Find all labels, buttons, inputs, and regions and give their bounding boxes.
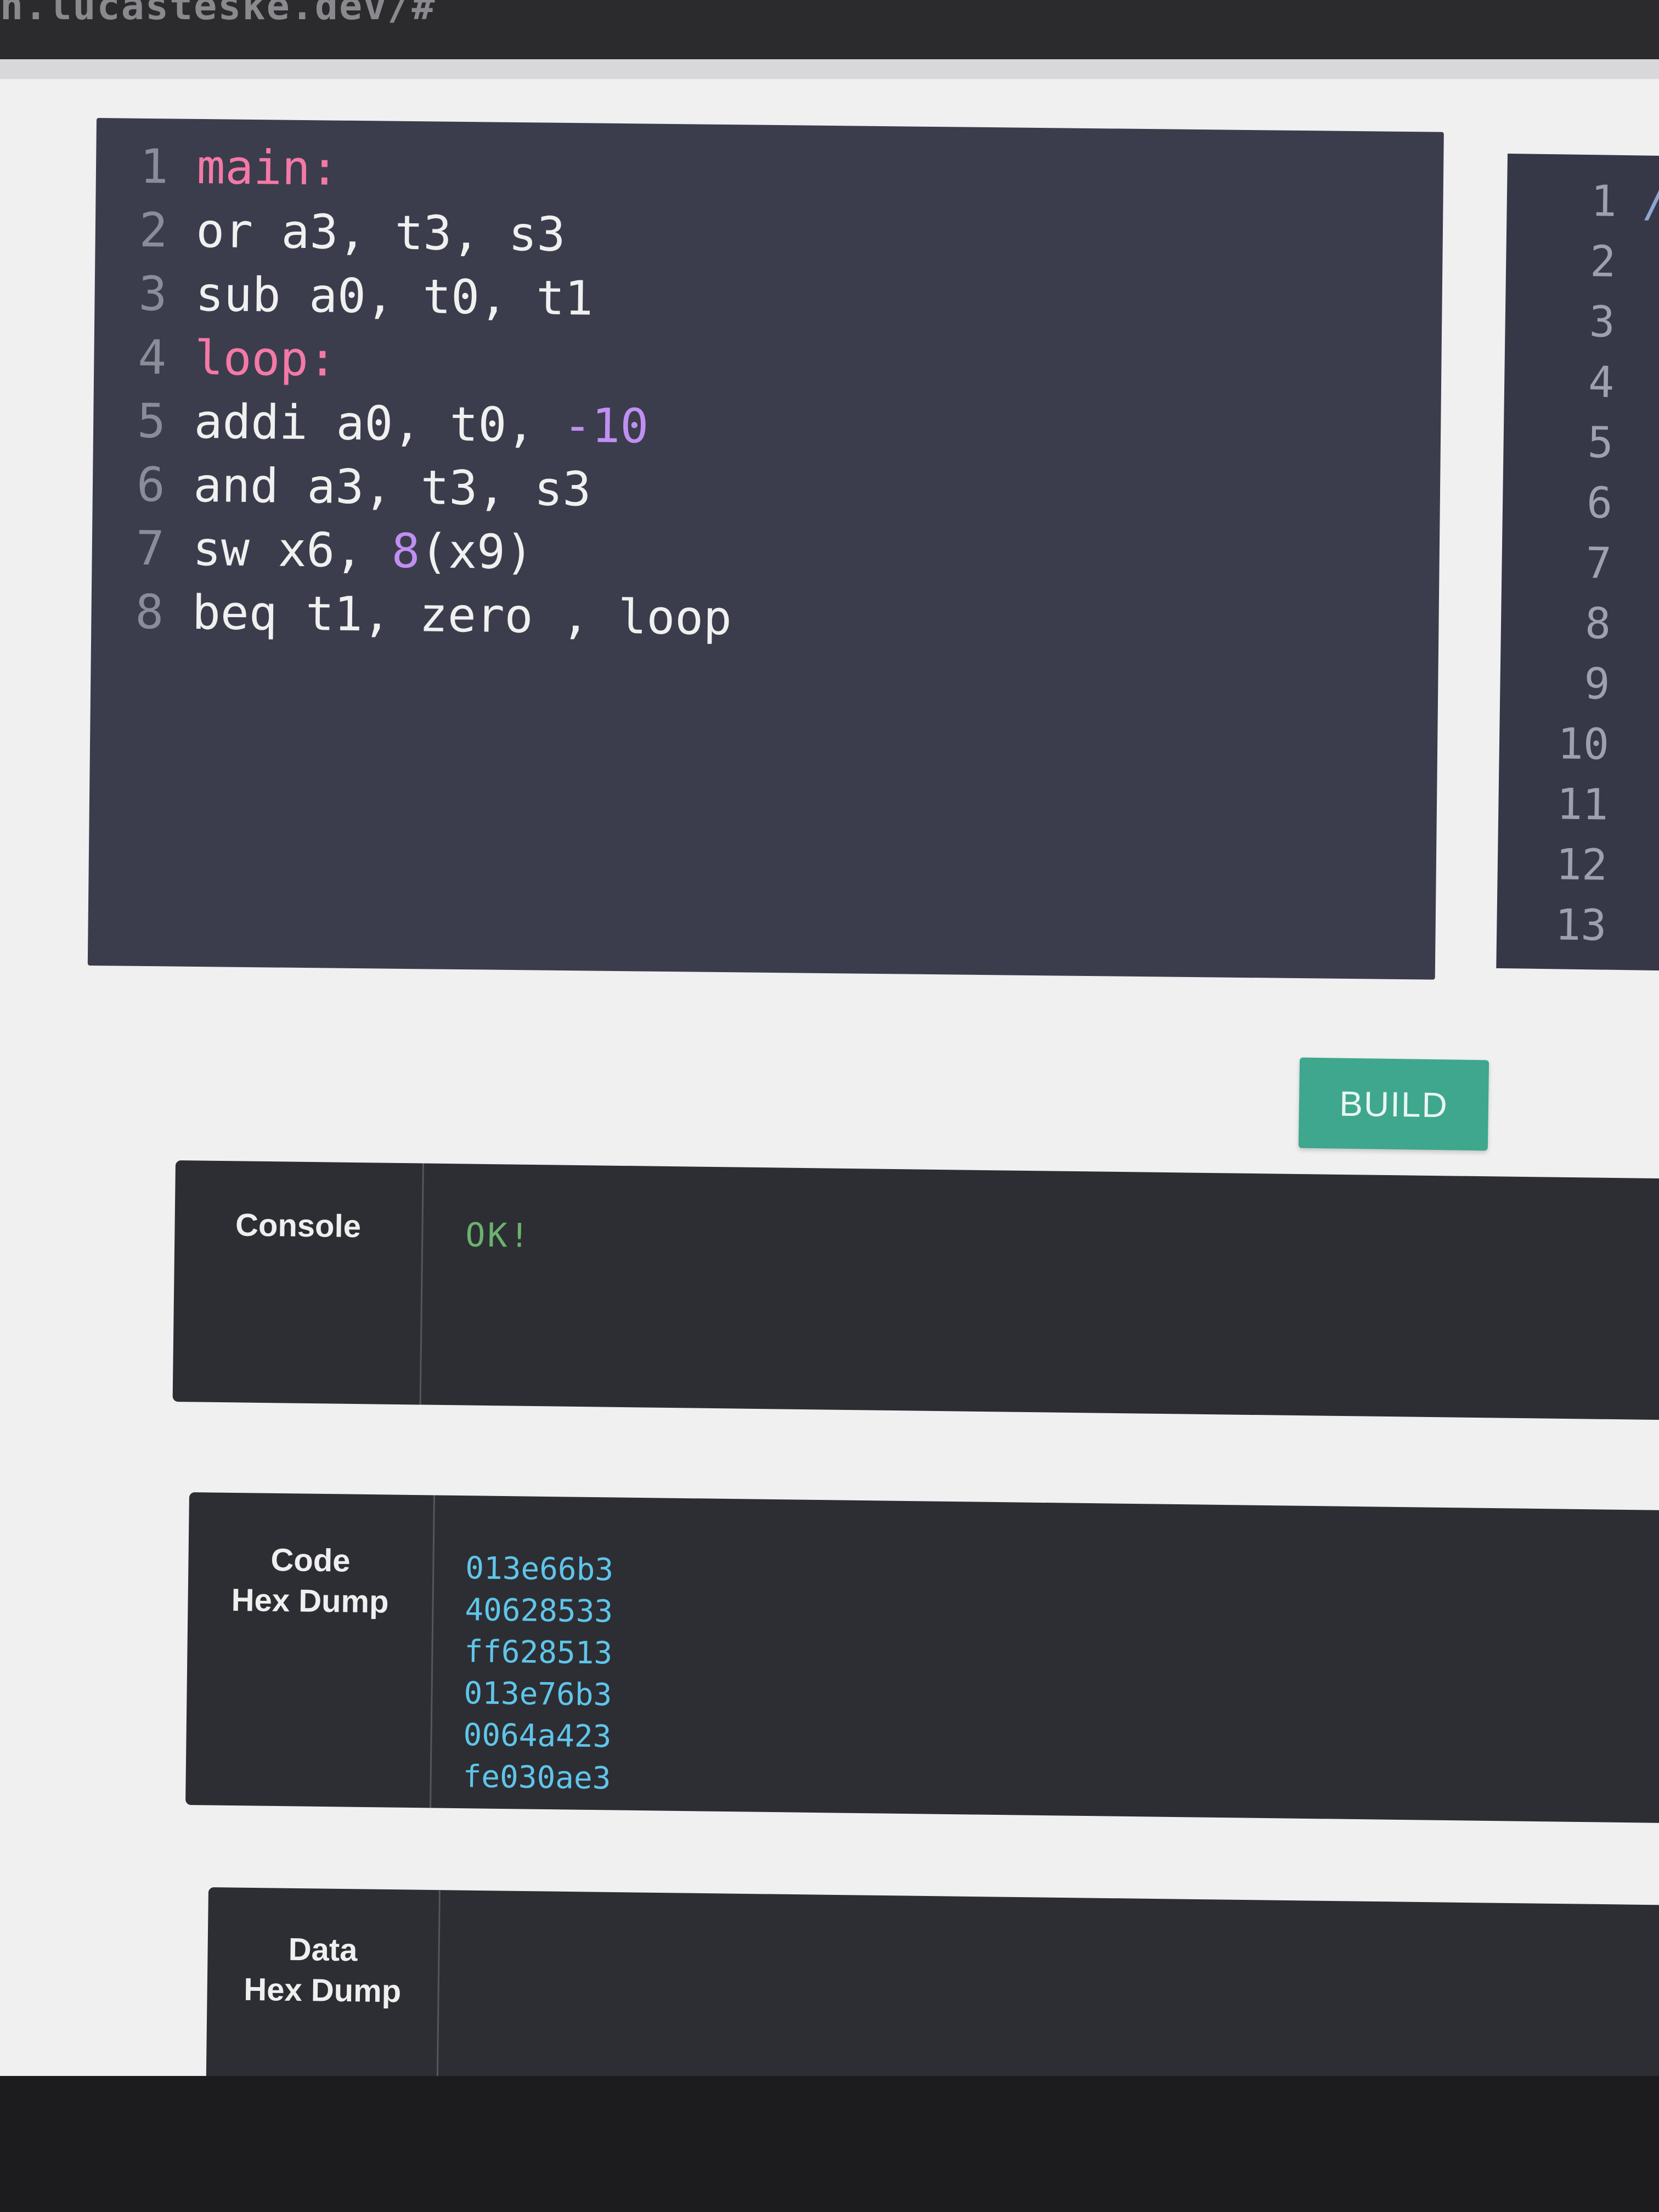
- linker-line[interactable]: 7 I: [1502, 532, 1659, 596]
- console-panel: Console OK!: [172, 1160, 1659, 1420]
- console-output: OK!: [465, 1216, 532, 1255]
- code-line[interactable]: 6 and a3, t3, s3: [136, 453, 733, 523]
- browser-bar: n.lucasteske.dev/#: [0, 0, 1659, 59]
- code-hex-lines: 013e66b3 40628533 ff628513 013e76b3 0064a423…: [462, 1548, 613, 1799]
- line-number: 6: [136, 457, 166, 513]
- code-token: loop:: [194, 330, 337, 387]
- line-number: 2: [1589, 237, 1616, 287]
- line-number: 3: [1589, 297, 1616, 347]
- linker-text: SEC: [1609, 720, 1659, 771]
- code-line[interactable]: 7 sw x6, 8(x9): [136, 517, 732, 586]
- linker-script-code[interactable]: 1 /*2 _3 _4 5 ME6 {7 I8 R9 }10 SEC11 {12…: [1497, 170, 1659, 958]
- line-number: 1: [1590, 177, 1617, 227]
- linker-line[interactable]: 8 R: [1500, 592, 1659, 657]
- line-number: 4: [137, 330, 167, 386]
- code-token: addi a0, t0,: [194, 394, 564, 453]
- monitor-bezel: [0, 2076, 1659, 2212]
- hex-line: 0064a423: [463, 1717, 612, 1755]
- linker-text: _: [1616, 238, 1659, 289]
- linker-script-editor[interactable]: 1 /*2 _3 _4 5 ME6 {7 I8 R9 }10 SEC11 {12…: [1496, 154, 1659, 972]
- linker-text: {: [1606, 901, 1659, 952]
- code-hex-title: Code Hex Dump: [231, 1542, 389, 1620]
- line-number: 11: [1556, 780, 1609, 830]
- line-number: 1: [139, 139, 169, 195]
- linker-line[interactable]: 4: [1504, 351, 1659, 415]
- address-bar-url[interactable]: n.lucasteske.dev/#: [0, 0, 436, 29]
- linker-line[interactable]: 9 }: [1500, 653, 1659, 717]
- linker-text: {: [1608, 781, 1659, 831]
- code-hex-dump-panel: Code Hex Dump 013e66b3 40628533 ff628513 01…: [185, 1492, 1659, 1824]
- line-number: 5: [1587, 418, 1614, 468]
- code-token: main:: [196, 139, 340, 196]
- code-token: and a3, t3, s3: [193, 458, 591, 517]
- line-number: 9: [1583, 659, 1611, 709]
- linker-text: ME: [1613, 419, 1659, 470]
- line-number: 3: [138, 266, 167, 322]
- code-token: 8: [391, 523, 421, 579]
- code-token: sub a0, t0, t1: [195, 267, 594, 326]
- linker-line[interactable]: 12 .t: [1497, 834, 1659, 898]
- hex-line: fe030ae3: [462, 1759, 611, 1797]
- linker-line[interactable]: 11 {: [1498, 774, 1659, 838]
- line-number: 12: [1555, 840, 1608, 890]
- linker-line[interactable]: 5 ME: [1503, 411, 1659, 476]
- code-token: sw x6,: [192, 521, 392, 579]
- linker-text: {: [1612, 479, 1659, 529]
- line-number: 7: [1585, 539, 1612, 589]
- line-number: 10: [1557, 719, 1610, 770]
- linker-text: [1614, 358, 1640, 408]
- code-token: or a3, t3, s3: [195, 203, 566, 262]
- code-token: -10: [563, 398, 649, 454]
- linker-text: }: [1610, 660, 1659, 710]
- linker-text: /*: [1642, 177, 1659, 228]
- linker-line[interactable]: 3 _: [1505, 291, 1659, 355]
- linker-line[interactable]: 1 /*: [1506, 170, 1659, 234]
- code-line[interactable]: 1 main:: [139, 135, 736, 205]
- line-number: 5: [137, 393, 166, 449]
- linker-line[interactable]: 10 SEC: [1499, 713, 1659, 777]
- line-number: 13: [1554, 900, 1607, 951]
- hex-line: ff628513: [464, 1634, 613, 1672]
- linker-text: I: [1611, 539, 1659, 590]
- linker-line[interactable]: 6 {: [1502, 472, 1659, 536]
- assembly-code[interactable]: 1 main: 2 or a3, t3, s3 3 sub a0, t0, t1 4 …: [135, 135, 737, 650]
- linker-text: _: [1615, 298, 1659, 349]
- code-token: beq t1, zero , loop: [191, 585, 732, 646]
- console-sidebar: [172, 1160, 424, 1405]
- console-title: Console: [235, 1207, 362, 1245]
- toolbar-strip: [0, 59, 1659, 79]
- hex-line: 013e66b3: [465, 1550, 614, 1588]
- line-number: 2: [139, 202, 168, 258]
- code-line[interactable]: 8 beq t1, zero , loop: [135, 580, 732, 650]
- build-button[interactable]: BUILD: [1298, 1057, 1489, 1151]
- assembly-editor[interactable]: 1 main: 2 or a3, t3, s3 3 sub a0, t0, t1 4 …: [87, 118, 1444, 980]
- code-line[interactable]: 3 sub a0, t0, t1: [138, 262, 735, 332]
- linker-text: .t: [1607, 841, 1659, 893]
- code-line[interactable]: 2 or a3, t3, s3: [139, 199, 736, 268]
- linker-line[interactable]: 2 _: [1506, 230, 1659, 295]
- hex-line: 40628533: [465, 1592, 613, 1630]
- line-number: 7: [136, 521, 165, 577]
- line-number: 8: [1584, 599, 1611, 649]
- data-hex-title: Data Hex Dump: [243, 1931, 402, 2010]
- code-line[interactable]: 4 loop:: [138, 326, 735, 396]
- line-number: 8: [135, 584, 164, 640]
- code-token: (x9): [420, 524, 534, 580]
- linker-line[interactable]: 13 {: [1497, 894, 1659, 958]
- hex-line: 013e76b3: [464, 1675, 612, 1713]
- code-line[interactable]: 5 addi a0, t0, -10: [137, 390, 734, 459]
- linker-text: R: [1610, 600, 1659, 651]
- line-number: 6: [1586, 478, 1613, 528]
- line-number: 4: [1588, 358, 1615, 408]
